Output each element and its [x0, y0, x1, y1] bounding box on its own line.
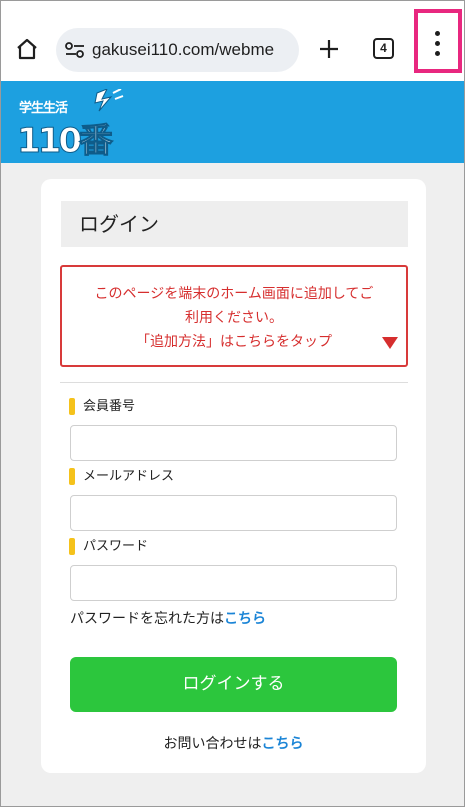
plus-icon[interactable]: [317, 37, 341, 61]
more-vert-icon: [435, 31, 440, 36]
url-text[interactable]: gakusei110.com/webme: [92, 28, 292, 72]
email-label: メールアドレス: [69, 468, 174, 486]
add-to-home-notice[interactable]: このページを端末のホーム画面に追加してご 利用ください。 「追加方法」はこちらを…: [60, 265, 408, 367]
contact-prefix: お問い合わせは: [163, 736, 262, 752]
more-vert-icon-dot: [435, 41, 440, 46]
login-button[interactable]: ログインする: [70, 657, 397, 712]
member-number-label: 会員番号: [69, 398, 135, 416]
notice-line-3: 「追加方法」はこちらをタップ: [136, 334, 332, 350]
lightning-icon: [94, 89, 124, 112]
address-bar[interactable]: gakusei110.com/webme: [56, 28, 299, 72]
home-icon[interactable]: [15, 37, 39, 61]
site-header: 学生生活 110番: [1, 81, 464, 163]
password-input[interactable]: [70, 565, 397, 601]
divider: [60, 382, 408, 383]
member-number-input[interactable]: [70, 425, 397, 461]
forgot-password-text: パスワードを忘れた方はこちら: [70, 608, 266, 628]
email-input[interactable]: [70, 495, 397, 531]
site-logo[interactable]: 学生生活 110番: [17, 89, 129, 162]
expand-arrow-icon[interactable]: [382, 337, 398, 349]
forgot-password-link[interactable]: こちら: [224, 611, 266, 627]
login-heading: ログイン: [61, 201, 408, 247]
browser-toolbar: gakusei110.com/webme 4: [1, 1, 464, 81]
contact-link[interactable]: こちら: [262, 736, 304, 752]
label-marker: [69, 538, 75, 555]
notice-line-1: このページを端末のホーム画面に追加してご: [94, 286, 374, 302]
login-card: ログイン このページを端末のホーム画面に追加してご 利用ください。 「追加方法」…: [41, 179, 426, 773]
site-settings-icon[interactable]: [64, 41, 86, 59]
notice-line-2: 利用ください。: [185, 310, 283, 326]
password-label: パスワード: [69, 538, 148, 556]
member-number-label-text: 会員番号: [83, 399, 136, 414]
label-marker: [69, 468, 75, 485]
more-vert-icon-dot: [435, 51, 440, 56]
contact-text: お問い合わせはこちら: [41, 733, 426, 753]
label-marker: [69, 398, 75, 415]
email-label-text: メールアドレス: [83, 469, 175, 484]
tab-count-button[interactable]: 4: [373, 38, 394, 59]
more-menu-button[interactable]: [414, 9, 462, 73]
forgot-password-prefix: パスワードを忘れた方は: [70, 611, 224, 627]
password-label-text: パスワード: [83, 539, 149, 554]
